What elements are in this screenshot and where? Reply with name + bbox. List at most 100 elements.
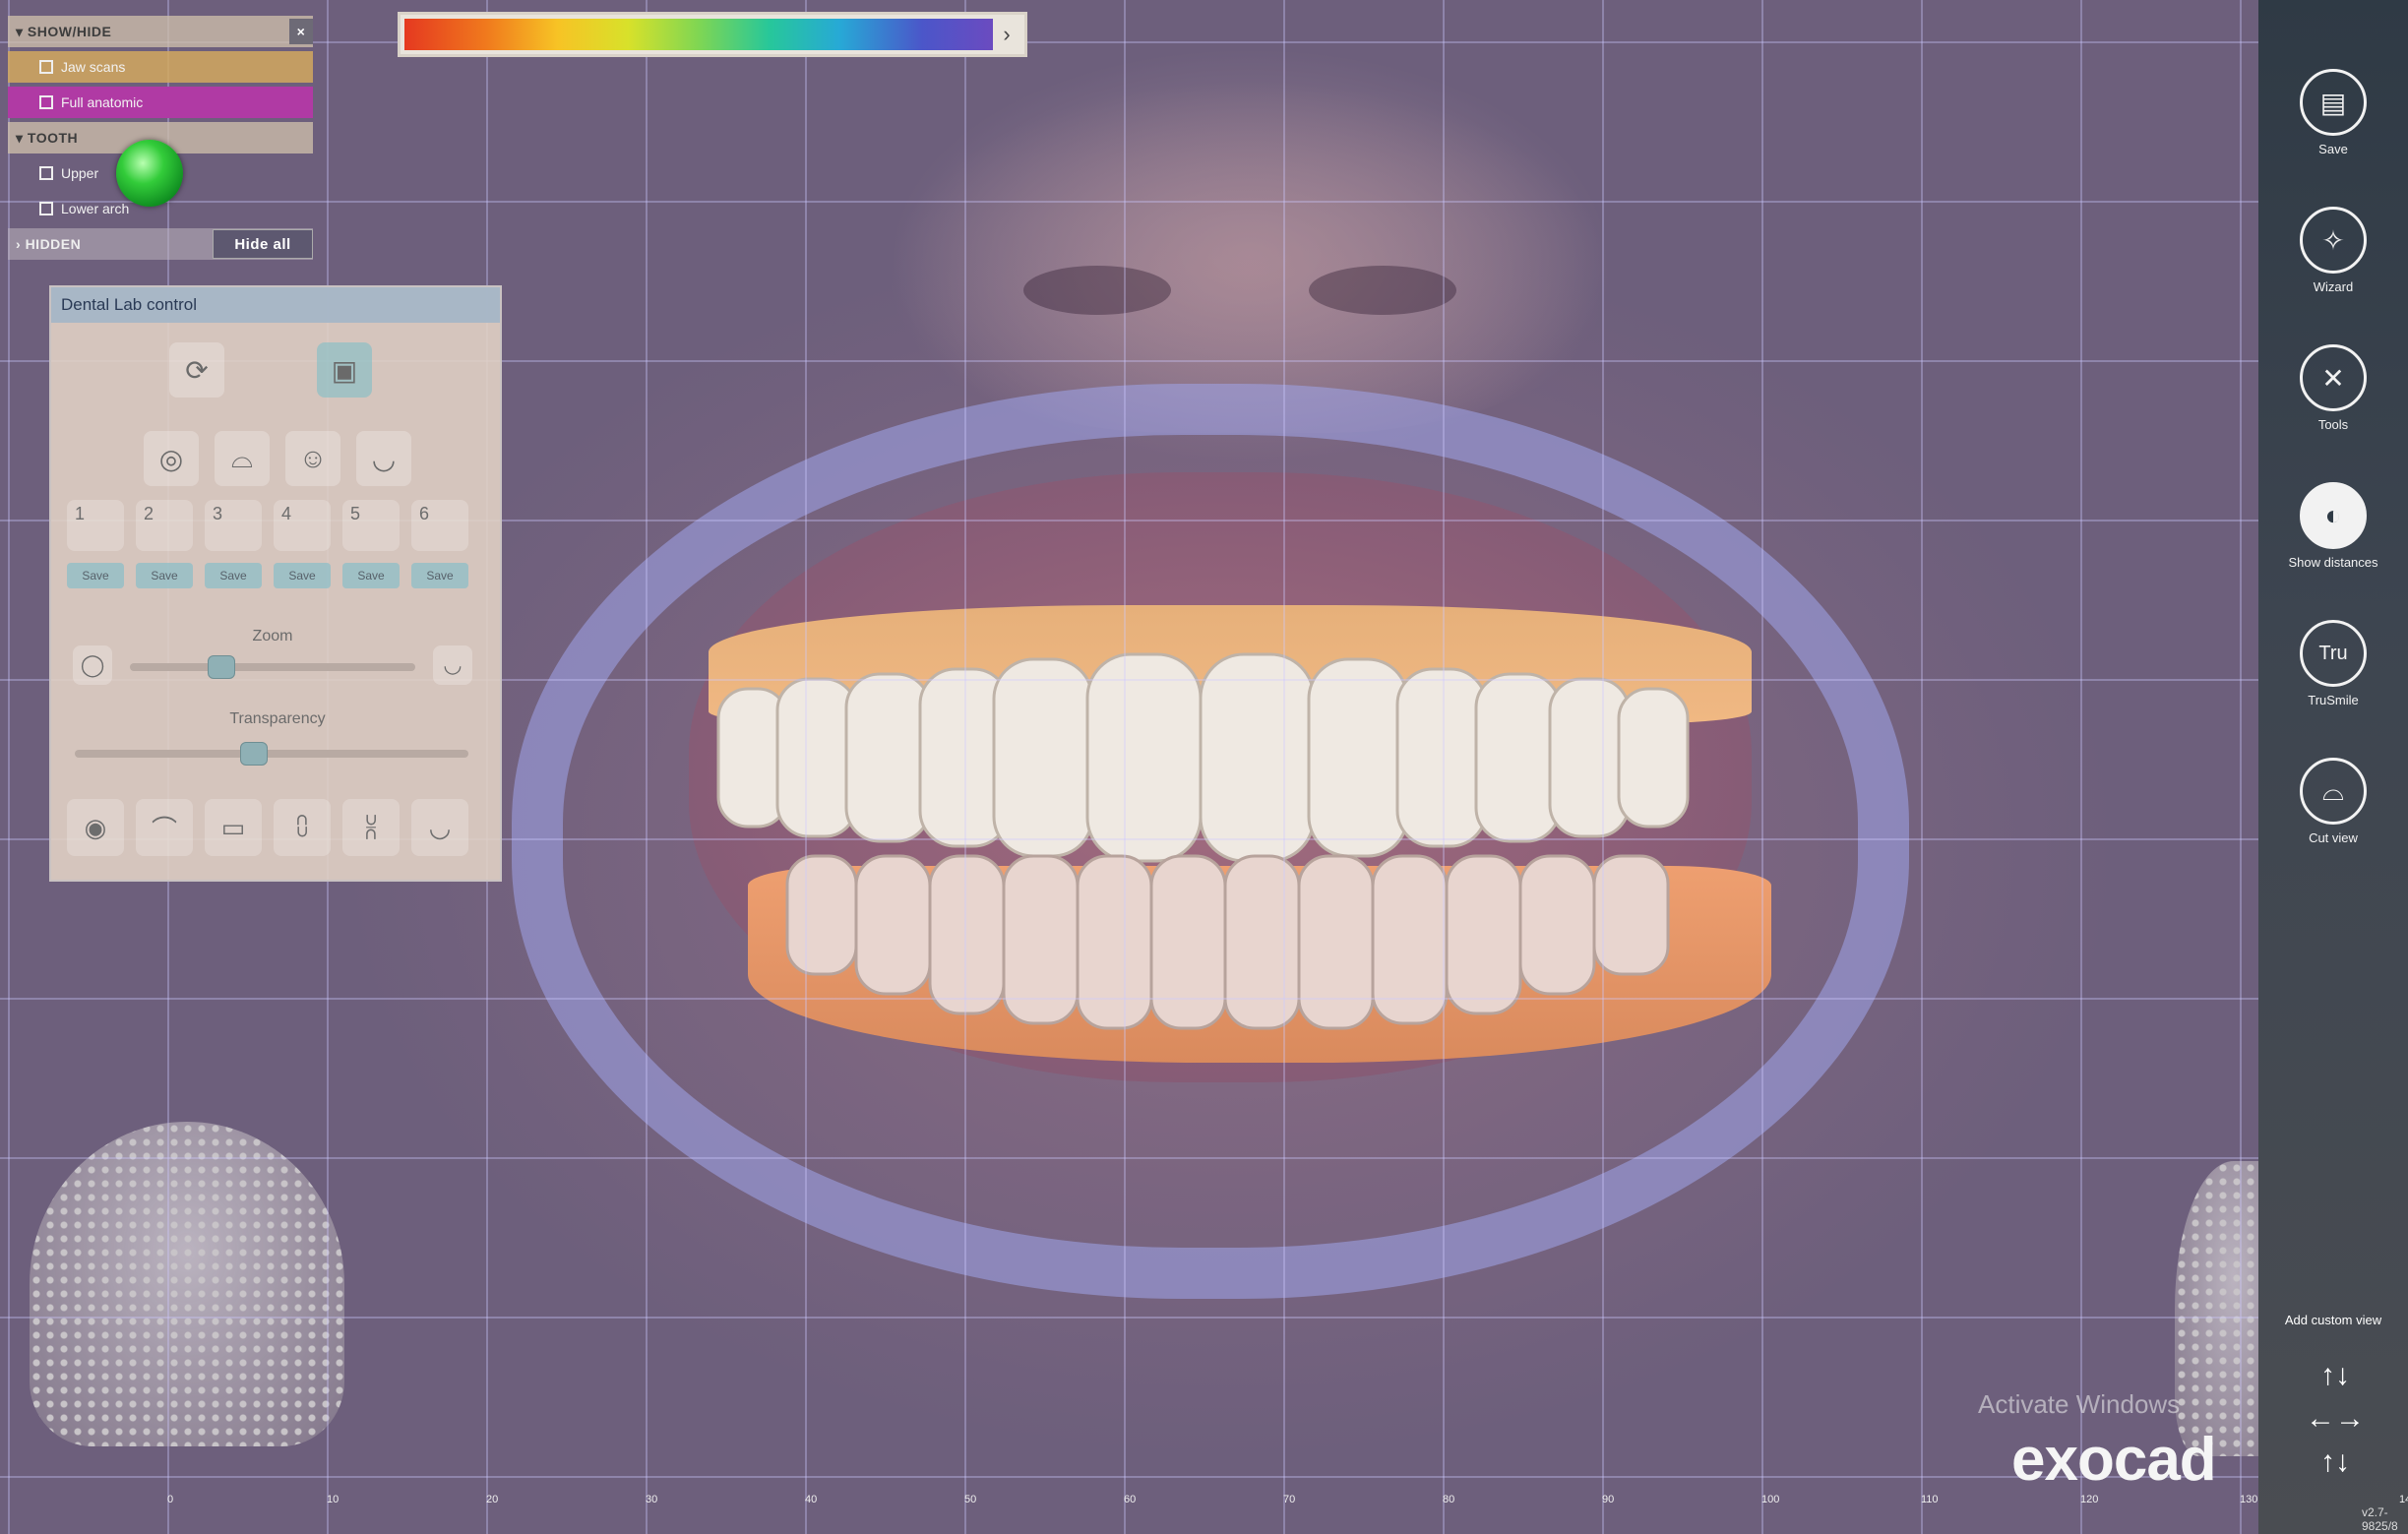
jaw-view-icon[interactable]: ⌓ [215,431,270,486]
scene-tree-panel: ▾ SHOW/HIDE × Jaw scans Full anatomic ▾ … [8,16,313,264]
save-button[interactable]: ▤ Save [2258,69,2408,156]
screenshot-icon[interactable]: ▣ [317,342,372,398]
dental-lab-control-panel: Dental Lab control ⟳ ▣ ◎ ⌓ ☺ ◡ 1 2 3 4 5… [49,285,502,882]
visibility-checkbox[interactable] [39,202,53,215]
wizard-button[interactable]: ✧ Wizard [2258,207,2408,294]
face-view-icon[interactable]: ☺ [285,431,340,486]
tree-item-label: Jaw scans [61,59,126,75]
collapse-icon: ▾ [16,129,28,146]
close-icon[interactable]: × [289,19,313,44]
slot-4[interactable]: 4 [274,500,331,551]
view-left-right-icon[interactable]: ←→ [2298,1399,2373,1439]
transparency-slider-thumb[interactable] [240,742,269,766]
right-toolbar: ▤ Save ✧ Wizard ✕ Tools ◐ Show distances… [2258,0,2408,1534]
axis-tick-label: 130 [2240,1494,2258,1505]
view-up-down-icon[interactable]: ↑↓ [2298,1356,2373,1395]
show-distances-button[interactable]: ◐ Show distances [2258,482,2408,570]
axis-tick-label: 10 [327,1494,340,1505]
color-scale-expand-icon[interactable]: › [993,22,1020,47]
save-slot-3-button[interactable]: Save [205,563,262,588]
axis-tick-label: 30 [646,1494,658,1505]
toolbar-label: Wizard [2313,279,2354,294]
save-icon: ▤ [2300,69,2367,136]
axis-tick-label: 20 [486,1494,499,1505]
axis-tick-label: 70 [1283,1494,1296,1505]
nav-label: Add custom view [2284,1313,2382,1327]
toolbar-label: Tools [2317,417,2349,432]
trusmile-button[interactable]: Tru TruSmile [2258,620,2408,707]
hidden-header[interactable]: › HIDDEN Hide all [8,228,313,260]
save-slot-4-button[interactable]: Save [274,563,331,588]
axis-tick-label: 50 [964,1494,977,1505]
axis-tick-label: 0 [167,1494,174,1505]
model-box-icon[interactable]: ▭ [205,799,262,856]
zoom-out-tooth-icon[interactable]: ◯ [73,645,112,685]
activation-watermark: Activate Windows [1978,1389,2181,1419]
full-arch-icon[interactable]: ⩇ [274,799,331,856]
visibility-checkbox[interactable] [39,95,53,109]
view-rotate-icon[interactable]: ↑↓ [2298,1442,2373,1482]
toolbar-label: TruSmile [2308,693,2359,707]
slot-6[interactable]: 6 [411,500,468,551]
version-label: v2.7-9825/8 [2362,1505,2398,1533]
zoom-in-lips-icon[interactable]: ◡ [433,645,472,685]
transparency-slider[interactable] [75,750,468,758]
tooth-header-label: TOOTH [27,130,79,146]
eye-view-icon[interactable]: ◉ [67,799,124,856]
axis-tick-label: 60 [1124,1494,1137,1505]
tooth-front-icon[interactable]: ◎ [144,431,199,486]
distance-color-scale[interactable]: › [398,12,1027,57]
showhide-header[interactable]: ▾ SHOW/HIDE × [8,16,313,47]
zoom-label: Zoom [252,628,293,644]
hide-all-button[interactable]: Hide all [213,229,313,259]
trusmile-icon: Tru [2300,620,2367,687]
zoom-slider[interactable] [130,663,415,671]
lip-view-icon[interactable]: ◡ [356,431,411,486]
color-gradient-bar [404,19,993,50]
collapse-icon: ▾ [16,23,28,39]
slot-2[interactable]: 2 [136,500,193,551]
axis-tick-label: 90 [1602,1494,1615,1505]
rotate-icon[interactable]: ⟳ [169,342,224,398]
upper-arch-icon[interactable]: ⌒ [136,799,193,856]
save-slot-1-button[interactable]: Save [67,563,124,588]
toolbar-label: Save [2318,142,2348,156]
transparency-label: Transparency [229,710,326,727]
cutview-icon: ⌓ [2300,758,2367,825]
lower-arch-icon[interactable]: ⩈ [342,799,400,856]
axis-tick-label: 80 [1443,1494,1455,1505]
tree-item-jaw-scans[interactable]: Jaw scans [8,51,313,83]
tools-icon: ✕ [2300,344,2367,411]
toolbar-label: Cut view [2309,830,2358,845]
smile-icon[interactable]: ◡ [411,799,468,856]
toolbar-label: Show distances [2288,555,2378,570]
tools-button[interactable]: ✕ Tools [2258,344,2408,432]
slot-3[interactable]: 3 [205,500,262,551]
axis-tick-label: 140 [2399,1494,2408,1505]
slot-1[interactable]: 1 [67,500,124,551]
visibility-checkbox[interactable] [39,166,53,180]
zoom-slider-thumb[interactable] [208,655,236,679]
axis-tick-label: 120 [2080,1494,2099,1505]
showhide-label: SHOW/HIDE [27,24,112,39]
tree-item-full-anatomic[interactable]: Full anatomic [8,87,313,118]
axis-tick-label: 100 [1761,1494,1780,1505]
status-orb-icon[interactable] [116,140,183,207]
hidden-label: HIDDEN [25,236,82,252]
save-slot-6-button[interactable]: Save [411,563,468,588]
slot-5[interactable]: 5 [342,500,400,551]
tree-item-label: Upper [61,165,99,181]
cut-view-button[interactable]: ⌓ Cut view [2258,758,2408,845]
tree-item-label: Lower arch [61,201,130,216]
brand-logo: exocad [2011,1426,2217,1494]
save-slot-5-button[interactable]: Save [342,563,400,588]
axis-tick-label: 40 [805,1494,818,1505]
visibility-checkbox[interactable] [39,60,53,74]
axis-tick-label: 110 [1921,1494,1939,1505]
expand-icon: › [16,236,26,252]
tree-item-label: Full anatomic [61,94,144,110]
distances-icon: ◐ [2300,482,2367,549]
panel-title: Dental Lab control [51,287,500,323]
save-slot-2-button[interactable]: Save [136,563,193,588]
grid-axis: 0 10 20 30 40 50 60 70 80 90 100 110 120 130 140 [0,1494,2408,1513]
